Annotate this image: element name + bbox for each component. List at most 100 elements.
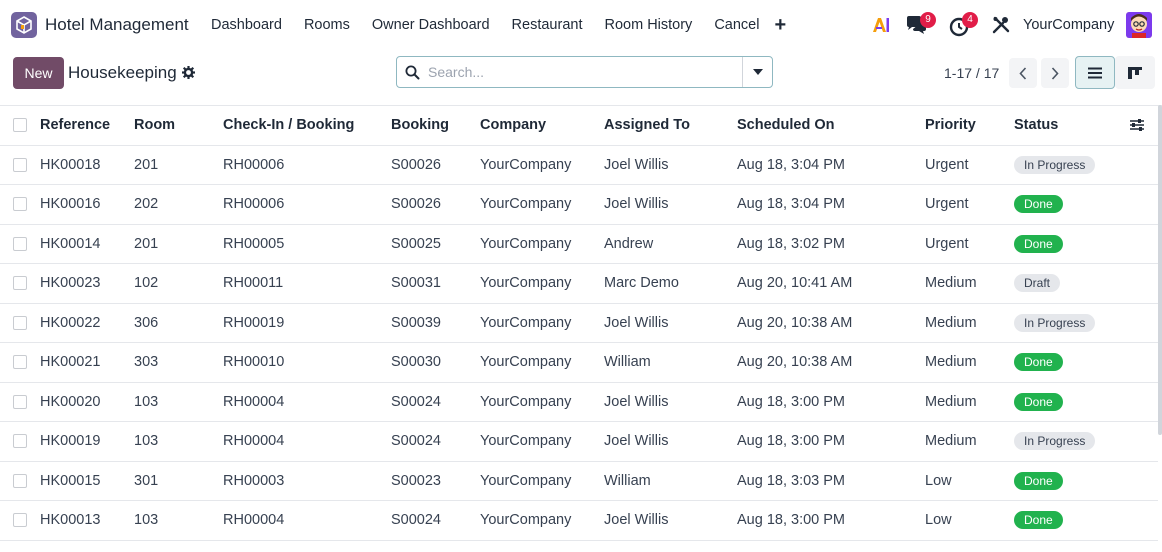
col-scheduled-on[interactable]: Scheduled On — [737, 105, 925, 146]
cell-room: 103 — [134, 500, 223, 541]
search-input[interactable] — [428, 61, 728, 83]
table-row[interactable]: HK00020 103 RH00004 S00024 YourCompany Joel W… — [0, 382, 1158, 422]
row-checkbox[interactable] — [13, 434, 27, 449]
optional-columns-icon[interactable] — [1129, 117, 1145, 133]
menu-room-history[interactable]: Room History — [593, 17, 703, 33]
pager-value[interactable]: 1-17 / 17 — [944, 65, 999, 81]
col-company[interactable]: Company — [480, 105, 604, 146]
row-select-cell — [0, 382, 40, 422]
gear-icon[interactable] — [181, 65, 196, 80]
cell-scheduled-on: Aug 18, 3:00 PM — [737, 382, 925, 422]
tools-icon[interactable] — [992, 16, 1010, 34]
cell-reference: HK00022 — [40, 303, 134, 343]
company-switcher[interactable]: YourCompany — [1023, 17, 1114, 33]
cell-assigned-to: Marc Demo — [604, 263, 737, 304]
table-row[interactable]: HK00016 202 RH00006 S00026 YourCompany Joel W… — [0, 184, 1158, 225]
cell-reference: HK00019 — [40, 421, 134, 462]
row-end-cell — [1129, 184, 1158, 225]
row-checkbox[interactable] — [13, 197, 27, 212]
records-table: Reference Room Check-In / Booking Bookin… — [0, 105, 1158, 541]
search-bar — [396, 56, 773, 88]
table-row[interactable]: HK00023 102 RH00011 S00031 YourCompany Marc D… — [0, 263, 1158, 304]
status-badge: Done — [1014, 353, 1063, 372]
cell-priority: Urgent — [925, 224, 1014, 264]
pager-previous-button[interactable] — [1009, 58, 1037, 88]
table-header-row: Reference Room Check-In / Booking Bookin… — [0, 105, 1158, 146]
kanban-view-button[interactable] — [1115, 56, 1155, 89]
col-status[interactable]: Status — [1014, 105, 1129, 146]
row-checkbox[interactable] — [13, 157, 27, 172]
cell-priority: Medium — [925, 382, 1014, 422]
menu-owner-dashboard[interactable]: Owner Dashboard — [361, 17, 501, 33]
row-checkbox[interactable] — [13, 355, 27, 370]
row-end-cell — [1129, 461, 1158, 501]
app-title[interactable]: Hotel Management — [45, 15, 189, 35]
row-checkbox[interactable] — [13, 473, 27, 488]
table-row[interactable]: HK00019 103 RH00004 S00024 YourCompany Joel W… — [0, 421, 1158, 462]
table-row[interactable]: HK00013 103 RH00004 S00024 YourCompany Joel W… — [0, 500, 1158, 541]
add-menu-button[interactable]: + — [774, 14, 786, 37]
col-booking[interactable]: Booking — [391, 105, 480, 146]
cell-checkin-booking: RH00003 — [223, 461, 391, 501]
pager-next-button[interactable] — [1041, 58, 1069, 88]
cell-room: 103 — [134, 382, 223, 422]
select-all-checkbox[interactable] — [13, 117, 27, 132]
housekeeping-list: Reference Room Check-In / Booking Bookin… — [0, 105, 1162, 552]
menu-restaurant[interactable]: Restaurant — [501, 17, 594, 33]
col-reference[interactable]: Reference — [40, 105, 134, 146]
col-room[interactable]: Room — [134, 105, 223, 146]
table-row[interactable]: HK00022 306 RH00019 S00039 YourCompany Joel W… — [0, 303, 1158, 343]
row-end-cell — [1129, 263, 1158, 304]
cell-assigned-to: William — [604, 461, 737, 501]
menu-dashboard[interactable]: Dashboard — [200, 17, 293, 33]
row-select-cell — [0, 263, 40, 304]
col-checkin-booking[interactable]: Check-In / Booking — [223, 105, 391, 146]
cell-assigned-to: Joel Willis — [604, 382, 737, 422]
app-logo-icon[interactable] — [11, 12, 37, 38]
cell-scheduled-on: Aug 20, 10:38 AM — [737, 303, 925, 343]
page-title: Housekeeping — [68, 63, 177, 82]
cell-checkin-booking: RH00010 — [223, 342, 391, 383]
cell-reference: HK00023 — [40, 263, 134, 304]
search-options-toggle[interactable] — [742, 57, 772, 87]
chevron-left-icon — [1019, 66, 1027, 80]
cell-booking: S00030 — [391, 342, 480, 383]
row-checkbox[interactable] — [13, 394, 27, 409]
row-checkbox[interactable] — [13, 236, 27, 251]
cell-reference: HK00013 — [40, 500, 134, 541]
table-row[interactable]: HK00015 301 RH00003 S00023 YourCompany Willia… — [0, 461, 1158, 501]
ai-icon[interactable] — [871, 15, 891, 35]
chevron-right-icon — [1051, 66, 1059, 80]
table-row[interactable]: HK00014 201 RH00005 S00025 YourCompany Andrew… — [0, 224, 1158, 264]
caret-down-icon — [752, 69, 763, 75]
status-badge: In Progress — [1014, 432, 1096, 451]
cell-company: YourCompany — [480, 303, 604, 343]
col-priority[interactable]: Priority — [925, 105, 1014, 146]
cell-status: Draft — [1014, 263, 1129, 304]
cell-status: Done — [1014, 461, 1129, 501]
menu-cancel[interactable]: Cancel — [703, 17, 770, 33]
cell-scheduled-on: Aug 18, 3:03 PM — [737, 461, 925, 501]
scrollbar[interactable] — [1158, 105, 1162, 435]
row-checkbox[interactable] — [13, 513, 27, 528]
col-assigned-to[interactable]: Assigned To — [604, 105, 737, 146]
cell-assigned-to: Joel Willis — [604, 184, 737, 225]
cell-assigned-to: Joel Willis — [604, 303, 737, 343]
cell-company: YourCompany — [480, 342, 604, 383]
list-view-button[interactable] — [1075, 56, 1115, 89]
row-select-cell — [0, 145, 40, 185]
row-checkbox[interactable] — [13, 276, 27, 291]
avatar[interactable] — [1126, 12, 1152, 38]
cell-priority: Medium — [925, 421, 1014, 462]
new-button[interactable]: New — [13, 57, 64, 89]
cell-scheduled-on: Aug 18, 3:00 PM — [737, 500, 925, 541]
cell-priority: Low — [925, 500, 1014, 541]
cell-booking: S00026 — [391, 145, 480, 185]
status-badge: In Progress — [1014, 313, 1096, 332]
table-row[interactable]: HK00021 303 RH00010 S00030 YourCompany Willia… — [0, 342, 1158, 383]
row-checkbox[interactable] — [13, 315, 27, 330]
cell-room: 301 — [134, 461, 223, 501]
cell-room: 202 — [134, 184, 223, 225]
table-row[interactable]: HK00018 201 RH00006 S00026 YourCompany Joel W… — [0, 145, 1158, 185]
menu-rooms[interactable]: Rooms — [293, 17, 361, 33]
